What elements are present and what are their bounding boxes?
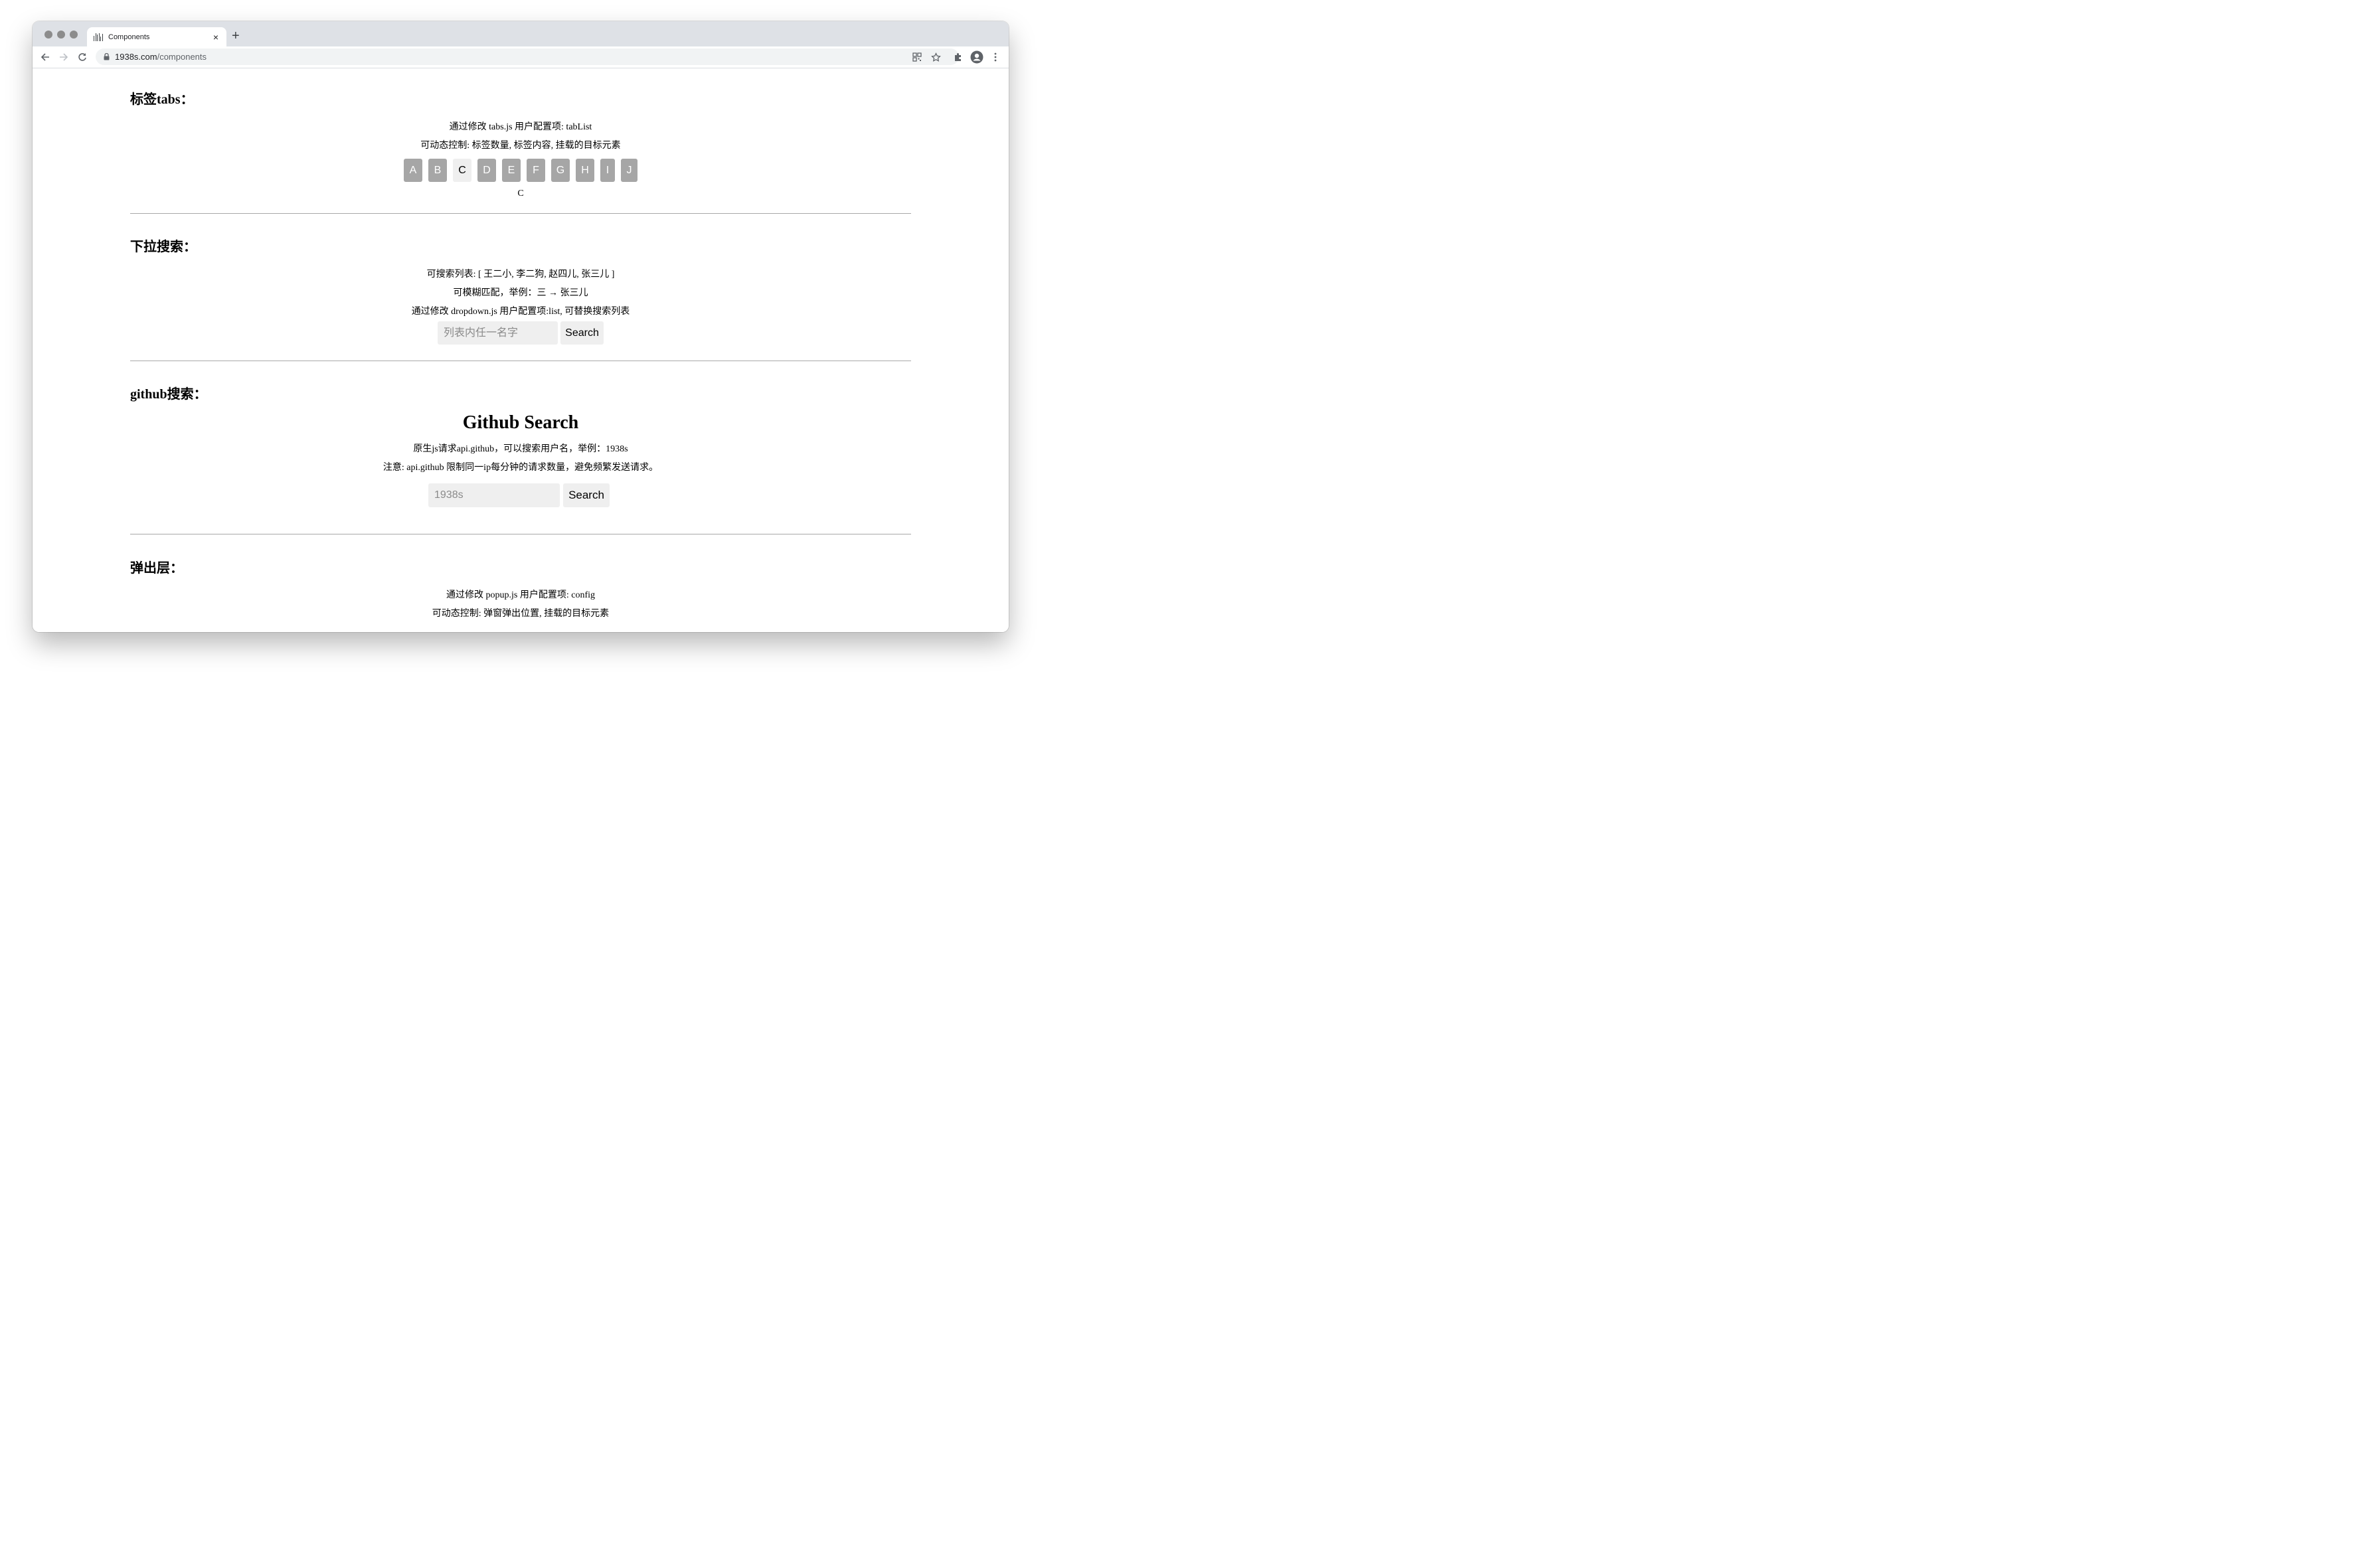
tabs-desc-config: 通过修改 tabs.js 用户配置项: tabList (449, 122, 592, 132)
github-desc-limit: 注意: api.github 限制同一ip每分钟的请求数量，避免频繁发送请求。 (382, 463, 659, 473)
dropdown-desc-list: 可搜索列表: [ 王二小, 李二狗, 赵四儿, 张三儿 ] (426, 270, 615, 280)
maximize-window-dot[interactable] (70, 31, 78, 39)
popup-section-title: 弹出层： (130, 561, 183, 576)
tabs-desc-dynamic: 可动态控制: 标签数量, 标签内容, 挂载的目标元素 (420, 141, 621, 151)
tab-button-c[interactable]: C (453, 159, 471, 182)
tab-button-a[interactable]: A (404, 159, 422, 182)
tab-button-j[interactable]: J (621, 159, 638, 182)
github-desc-api: 原生js请求api.github，可以搜索用户名，举例：1938s (413, 444, 628, 454)
puzzle-icon[interactable] (952, 50, 965, 64)
dropdown-section-title: 下拉搜索： (130, 240, 197, 254)
reload-icon[interactable] (76, 50, 89, 64)
github-search-input[interactable] (428, 483, 560, 507)
minimize-window-dot[interactable] (57, 31, 65, 39)
tab-button-e[interactable]: E (502, 159, 521, 182)
profile-avatar-icon[interactable] (970, 50, 983, 64)
new-tab-button[interactable]: + (232, 29, 240, 42)
tab-button-h[interactable]: H (576, 159, 594, 182)
github-search-heading: Github Search (462, 412, 579, 433)
url-path: /components (157, 52, 207, 62)
page-content: 标签tabs： 通过修改 tabs.js 用户配置项: tabList 可动态控… (33, 68, 1009, 632)
dropdown-search-input[interactable] (438, 321, 558, 345)
github-section-title: github搜索： (130, 387, 207, 402)
close-window-dot[interactable] (44, 31, 52, 39)
section-divider (130, 213, 911, 214)
lock-icon (104, 53, 110, 60)
waveform-favicon-icon (94, 33, 103, 41)
browser-toolbar: 1938s.com/components (33, 46, 1009, 68)
qr-code-icon[interactable] (910, 50, 924, 64)
back-arrow-icon[interactable] (39, 50, 52, 64)
tab-active-content: C (517, 189, 524, 199)
github-search-button[interactable]: Search (563, 483, 610, 507)
browser-tab[interactable]: Components × (87, 27, 226, 46)
kebab-menu-icon[interactable] (989, 50, 1002, 64)
popup-desc-dynamic: 可动态控制: 弹窗弹出位置, 挂载的目标元素 (432, 609, 610, 619)
tab-button-d[interactable]: D (477, 159, 496, 182)
tab-button-g[interactable]: G (551, 159, 570, 182)
tab-close-icon[interactable]: × (211, 32, 221, 42)
tab-strip: Components × + (33, 21, 1009, 46)
tab-title: Components (108, 33, 150, 41)
url-host: 1938s.com (115, 52, 157, 62)
tab-button-f[interactable]: F (527, 159, 545, 182)
dropdown-desc-config: 通过修改 dropdown.js 用户配置项:list, 可替换搜索列表 (411, 307, 630, 317)
bookmark-star-icon[interactable] (929, 50, 942, 64)
tab-button-row: ABCDEFGHIJ (404, 159, 643, 182)
dropdown-search-button[interactable]: Search (560, 321, 604, 345)
tab-button-b[interactable]: B (428, 159, 447, 182)
popup-desc-config: 通过修改 popup.js 用户配置项: config (446, 590, 595, 600)
browser-window: Components × + 1938s.com/components 标签ta… (33, 21, 1009, 632)
dropdown-desc-fuzzy: 可模糊匹配，举例：三 → 张三儿 (453, 288, 588, 298)
forward-arrow-icon[interactable] (57, 50, 70, 64)
address-bar[interactable]: 1938s.com/components (96, 48, 959, 65)
tab-button-i[interactable]: I (600, 159, 615, 182)
tabs-section-title: 标签tabs： (130, 92, 194, 107)
